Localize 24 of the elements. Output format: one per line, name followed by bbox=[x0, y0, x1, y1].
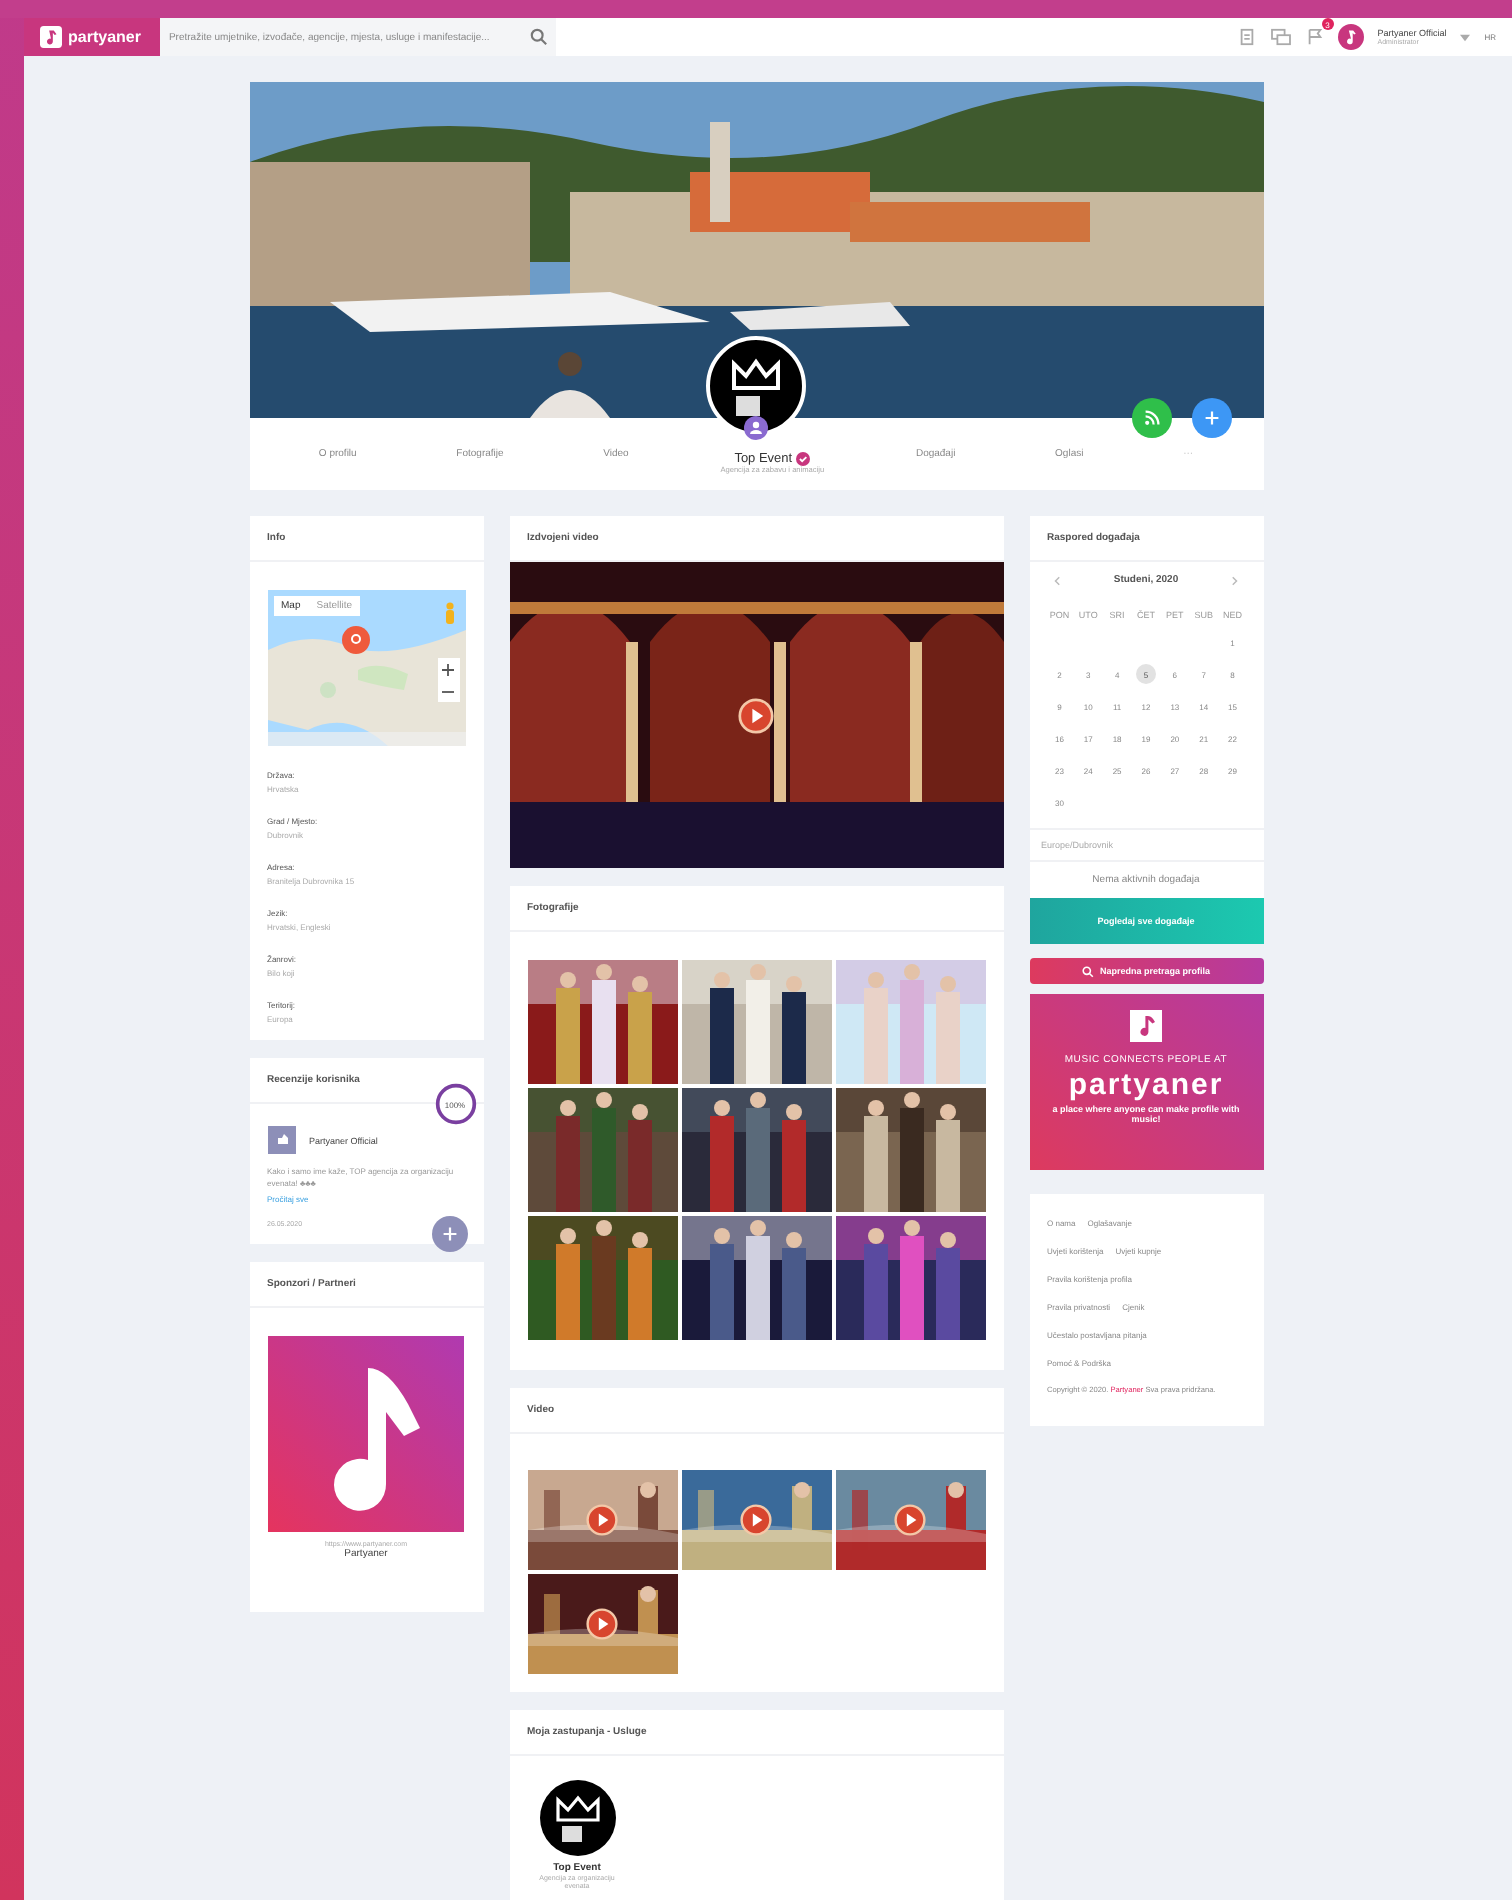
location-pin-icon bbox=[341, 626, 369, 654]
note-icon bbox=[40, 26, 62, 48]
avatar-icon[interactable] bbox=[1337, 24, 1364, 50]
ad-brand: partyaner bbox=[1068, 1068, 1224, 1102]
plus-icon bbox=[1203, 410, 1219, 426]
rss-icon bbox=[1143, 410, 1159, 426]
user-badge-icon bbox=[743, 416, 767, 440]
play-icon[interactable] bbox=[737, 698, 773, 734]
add-button[interactable] bbox=[1191, 398, 1231, 438]
minus-icon bbox=[442, 685, 454, 697]
search-icon[interactable] bbox=[530, 28, 549, 46]
profile-avatar bbox=[705, 336, 805, 436]
plus-icon bbox=[441, 1226, 457, 1243]
plus-icon bbox=[442, 663, 454, 675]
logo[interactable]: partyaner bbox=[24, 18, 161, 56]
add-review-button[interactable] bbox=[431, 1216, 467, 1253]
rss-button[interactable] bbox=[1131, 398, 1171, 438]
search-icon bbox=[1081, 965, 1094, 977]
zoom-in-button[interactable] bbox=[437, 658, 459, 680]
logo-text: partyaner bbox=[68, 28, 141, 46]
service-logo[interactable] bbox=[539, 1780, 615, 1856]
note-icon bbox=[1130, 1010, 1162, 1042]
sponsor-logo[interactable] bbox=[268, 1336, 464, 1533]
reviewer-avatar-icon bbox=[267, 1126, 295, 1154]
